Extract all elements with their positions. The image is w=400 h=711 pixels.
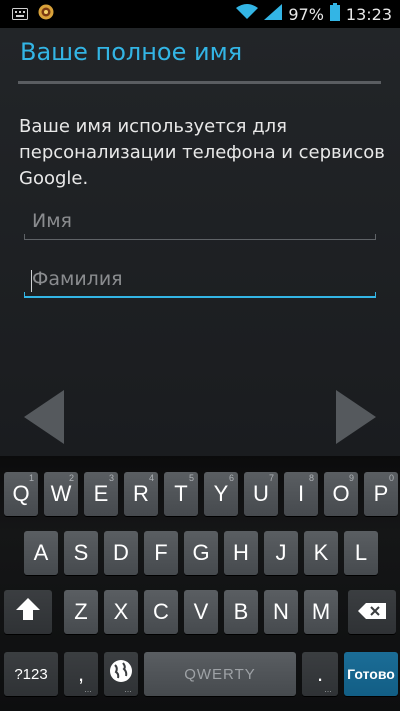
first-name-field[interactable]: Имя <box>24 208 376 240</box>
key-label: R <box>133 481 149 506</box>
key-hint: 8 <box>308 473 314 483</box>
battery-icon <box>329 3 340 25</box>
key-hint: 4 <box>148 473 154 483</box>
more-dots: … <box>84 685 92 694</box>
key-p[interactable]: P0 <box>364 472 398 516</box>
backspace-icon <box>358 599 386 625</box>
space-key[interactable]: QWERTY <box>144 652 296 696</box>
battery-percent: 97% <box>288 4 324 24</box>
key-hint: 1 <box>28 473 34 483</box>
period-label: . <box>316 661 324 686</box>
key-label: C <box>153 599 169 624</box>
clock: 13:23 <box>345 4 392 24</box>
key-label: Z <box>74 599 88 624</box>
key-z[interactable]: Z <box>64 590 98 634</box>
done-key[interactable]: Готово <box>344 652 398 696</box>
period-key[interactable]: . … <box>302 652 338 696</box>
key-t[interactable]: T5 <box>164 472 198 516</box>
more-dots: … <box>124 685 132 694</box>
last-name-placeholder: Фамилия <box>32 268 123 290</box>
key-k[interactable]: K <box>304 531 338 575</box>
key-x[interactable]: X <box>104 590 138 634</box>
last-name-field[interactable]: Фамилия <box>24 266 376 298</box>
key-label: S <box>73 540 89 565</box>
status-bar: 97% 13:23 <box>0 0 400 28</box>
key-s[interactable]: S <box>64 531 98 575</box>
key-label: J <box>275 540 287 565</box>
key-q[interactable]: Q1 <box>4 472 38 516</box>
key-o[interactable]: O9 <box>324 472 358 516</box>
key-c[interactable]: C <box>144 590 178 634</box>
key-label: D <box>113 540 129 565</box>
key-l[interactable]: L <box>344 531 378 575</box>
key-i[interactable]: I8 <box>284 472 318 516</box>
language-key[interactable]: … <box>104 652 138 696</box>
key-hint: 2 <box>68 473 74 483</box>
more-dots: … <box>324 685 332 694</box>
setup-screen: Ваше полное имя Ваше имя используется дл… <box>0 28 400 456</box>
key-hint: 6 <box>228 473 234 483</box>
key-u[interactable]: U7 <box>244 472 278 516</box>
key-hint: 7 <box>268 473 274 483</box>
key-label: K <box>313 540 329 565</box>
key-w[interactable]: W2 <box>44 472 78 516</box>
key-label: L <box>354 540 368 565</box>
keyboard-notification-icon <box>12 5 28 24</box>
key-a[interactable]: A <box>24 531 58 575</box>
key-label: O <box>332 481 350 506</box>
shift-arrow-icon <box>16 598 40 626</box>
key-label: G <box>192 540 210 565</box>
soft-keyboard: Q1W2E3R4T5Y6U7I8O9P0 ASDFGHJKL ZXCVBNM ?… <box>0 456 400 711</box>
key-label: I <box>297 481 305 506</box>
key-label: Q <box>12 481 30 506</box>
key-label: A <box>33 540 49 565</box>
key-label: F <box>154 540 168 565</box>
key-hint: 5 <box>188 473 194 483</box>
key-d[interactable]: D <box>104 531 138 575</box>
key-label: W <box>50 481 72 506</box>
key-hint: 9 <box>348 473 354 483</box>
key-label: P <box>373 481 389 506</box>
title-divider <box>18 81 381 84</box>
key-b[interactable]: B <box>224 590 258 634</box>
key-label: X <box>113 599 129 624</box>
backspace-key[interactable] <box>348 590 396 634</box>
description-text: Ваше имя используется для персонализации… <box>19 116 385 189</box>
key-label: Y <box>213 481 229 506</box>
key-v[interactable]: V <box>184 590 218 634</box>
key-m[interactable]: M <box>304 590 338 634</box>
key-j[interactable]: J <box>264 531 298 575</box>
key-label: V <box>193 599 209 624</box>
comma-label: , <box>77 661 85 686</box>
shift-key[interactable] <box>4 590 52 634</box>
key-h[interactable]: H <box>224 531 258 575</box>
key-label: U <box>253 481 269 506</box>
key-label: M <box>311 599 331 624</box>
wifi-icon <box>236 4 259 24</box>
key-label: E <box>93 481 109 506</box>
symbols-key[interactable]: ?123 <box>4 652 58 696</box>
next-arrow-icon[interactable] <box>334 388 378 446</box>
signal-icon <box>264 4 283 24</box>
app-notification-icon <box>38 4 54 24</box>
key-e[interactable]: E3 <box>84 472 118 516</box>
key-f[interactable]: F <box>144 531 178 575</box>
key-label: N <box>273 599 289 624</box>
key-hint: 3 <box>108 473 114 483</box>
key-label: T <box>174 481 188 506</box>
key-hint: 0 <box>388 473 394 483</box>
key-n[interactable]: N <box>264 590 298 634</box>
first-name-placeholder: Имя <box>32 210 72 232</box>
back-arrow-icon[interactable] <box>22 388 66 446</box>
key-y[interactable]: Y6 <box>204 472 238 516</box>
key-label: H <box>233 540 249 565</box>
comma-key[interactable]: , … <box>64 652 98 696</box>
key-g[interactable]: G <box>184 531 218 575</box>
key-label: B <box>233 599 249 624</box>
key-r[interactable]: R4 <box>124 472 158 516</box>
page-title: Ваше полное имя <box>20 38 243 66</box>
